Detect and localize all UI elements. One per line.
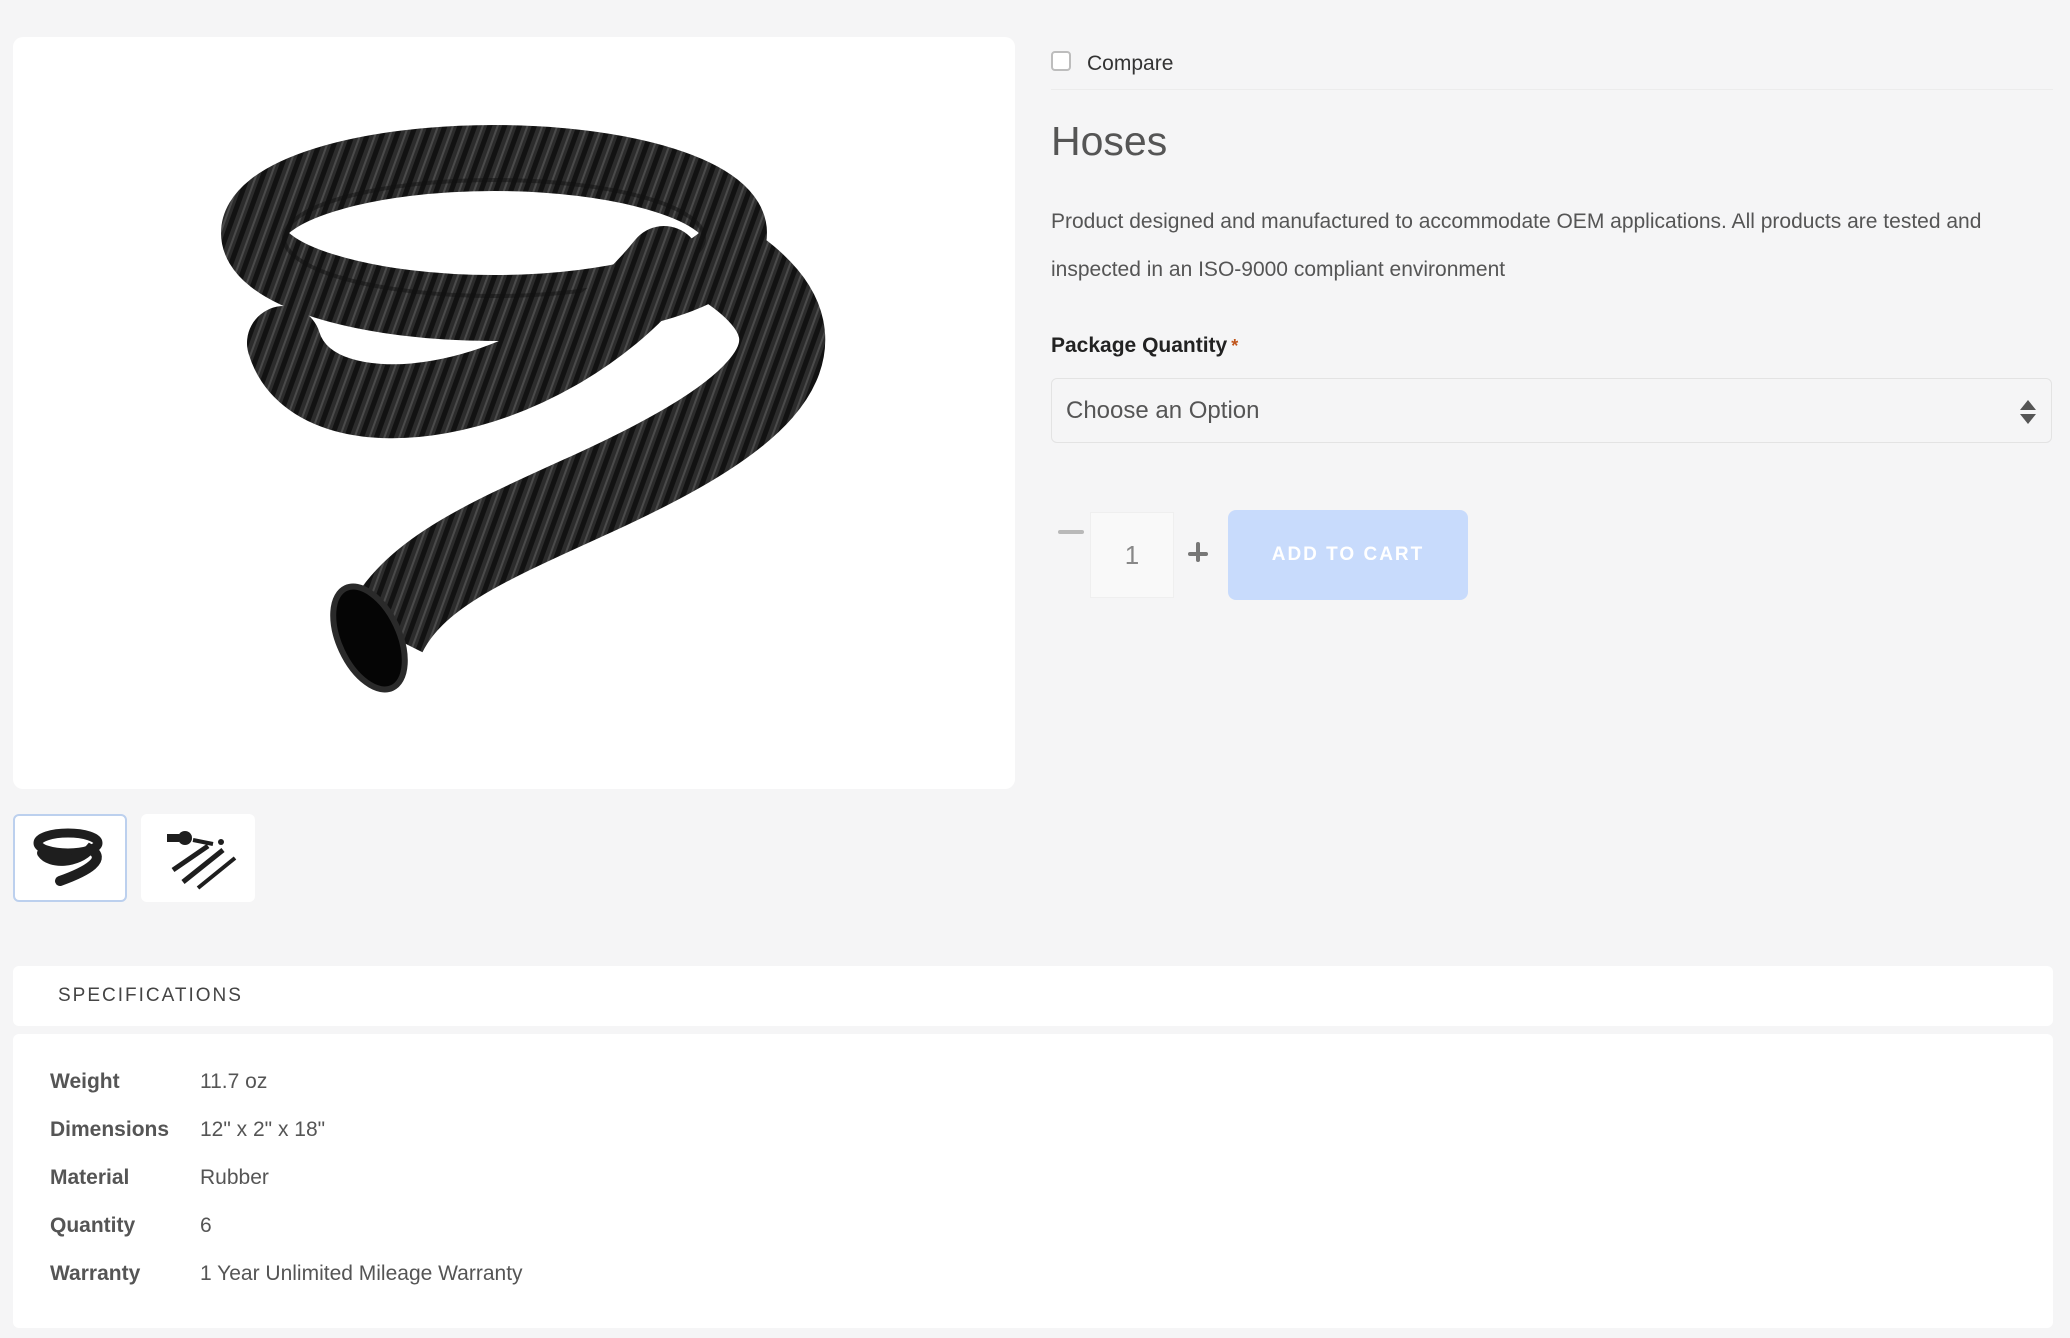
- hose-thumbnail-image: [33, 828, 103, 886]
- spec-key: Dimensions: [50, 1118, 170, 1141]
- divider: [1051, 89, 2053, 90]
- thumbnail-strip: [13, 814, 255, 902]
- spec-row: Quantity 6: [50, 1202, 2053, 1250]
- product-main-image[interactable]: [13, 37, 1015, 789]
- package-quantity-label: Package Quantity *: [1051, 334, 1238, 358]
- increase-quantity-button[interactable]: [1188, 540, 1208, 568]
- product-title: Hoses: [1051, 118, 1168, 164]
- spec-key: Quantity: [50, 1214, 136, 1237]
- compare-checkbox[interactable]: [1051, 51, 1071, 71]
- specifications-panel: Weight 11.7 oz Dimensions 12" x 2" x 18"…: [13, 1034, 2053, 1328]
- select-arrows-icon: [2020, 400, 2036, 424]
- compare-control[interactable]: Compare: [1051, 46, 1173, 76]
- select-value: Choose an Option: [1066, 396, 1260, 424]
- spec-value: Rubber: [200, 1166, 269, 1189]
- spec-row: Weight 11.7 oz: [50, 1058, 2053, 1106]
- quantity-input[interactable]: 1: [1090, 512, 1174, 598]
- thumbnail-hose-kit[interactable]: [141, 814, 255, 902]
- compare-label: Compare: [1087, 52, 1174, 75]
- decrease-quantity-button[interactable]: [1058, 530, 1084, 534]
- spec-key: Warranty: [50, 1262, 141, 1285]
- spec-value: 1 Year Unlimited Mileage Warranty: [200, 1262, 523, 1285]
- spec-value: 11.7 oz: [200, 1070, 268, 1093]
- specifications-tab[interactable]: SPECIFICATIONS: [13, 966, 2053, 1026]
- package-quantity-select[interactable]: Choose an Option: [1051, 378, 2052, 443]
- spec-key: Material: [50, 1166, 130, 1189]
- spec-row: Material Rubber: [50, 1154, 2053, 1202]
- spec-value: 12" x 2" x 18": [200, 1118, 326, 1141]
- spec-value: 6: [200, 1214, 212, 1237]
- spec-key: Weight: [50, 1070, 120, 1093]
- spec-row: Dimensions 12" x 2" x 18": [50, 1106, 2053, 1154]
- add-to-cart-button[interactable]: ADD TO CART: [1228, 510, 1468, 600]
- required-marker: *: [1231, 336, 1239, 356]
- hose-image: [221, 125, 825, 693]
- hose-kit-thumbnail-image: [167, 831, 237, 890]
- spec-row: Warranty 1 Year Unlimited Mileage Warran…: [50, 1250, 2053, 1298]
- specifications-tab-label: SPECIFICATIONS: [58, 985, 243, 1006]
- thumbnail-hose[interactable]: [13, 814, 127, 902]
- product-description: Product designed and manufactured to acc…: [1051, 210, 1982, 281]
- package-quantity-label-text: Package Quantity: [1051, 334, 1228, 357]
